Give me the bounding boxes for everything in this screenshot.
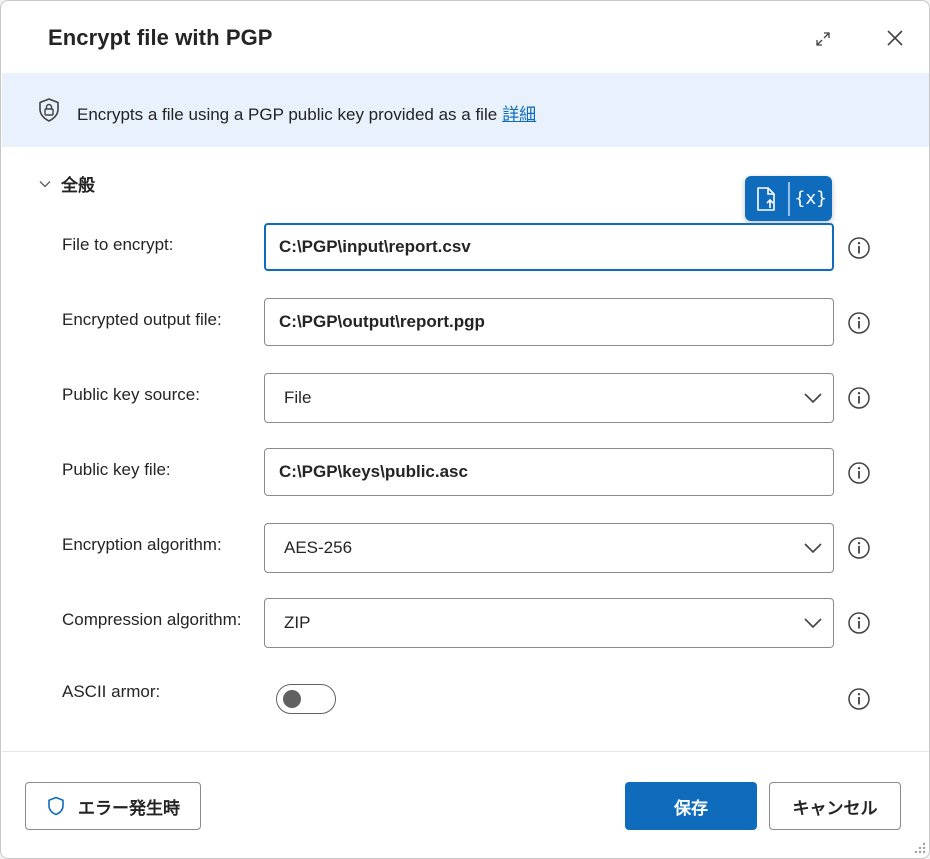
info-banner: Encrypts a file using a PGP public key p…	[2, 73, 929, 147]
toggle-knob	[283, 690, 301, 708]
section-general-label: 全般	[61, 176, 95, 195]
public-key-source-label: Public key source:	[62, 385, 200, 404]
encrypted-output-file-value: C:\PGP\output\report.pgp	[279, 312, 485, 331]
on-error-label: エラー発生時	[78, 798, 180, 818]
encrypted-output-file-input[interactable]: C:\PGP\output\report.pgp	[264, 298, 834, 346]
info-icon[interactable]	[847, 461, 871, 485]
dialog-title: Encrypt file with PGP	[48, 25, 273, 50]
resize-grip-icon[interactable]	[911, 839, 927, 855]
chevron-down-icon	[804, 393, 822, 404]
expand-button[interactable]	[809, 25, 837, 53]
expand-icon	[816, 32, 830, 46]
public-key-file-value: C:\PGP\keys\public.asc	[279, 462, 468, 481]
variable-icon: {x}	[794, 188, 828, 209]
public-key-source-dropdown[interactable]: File	[264, 373, 834, 423]
insert-variable-button[interactable]: {x}	[790, 176, 833, 221]
encryption-algorithm-value: AES-256	[284, 538, 353, 557]
file-to-encrypt-label: File to encrypt:	[62, 235, 174, 254]
file-upload-icon	[757, 186, 776, 211]
select-file-button[interactable]	[745, 176, 788, 221]
info-icon[interactable]	[847, 611, 871, 635]
chevron-down-icon	[804, 618, 822, 629]
save-button[interactable]: 保存	[625, 782, 757, 830]
field-helper-toolbar: {x}	[745, 176, 832, 221]
compression-algorithm-value: ZIP	[284, 613, 311, 632]
public-key-file-input[interactable]: C:\PGP\keys\public.asc	[264, 448, 834, 496]
shield-lock-icon	[39, 98, 59, 122]
encryption-algorithm-label: Encryption algorithm:	[62, 535, 222, 554]
close-button[interactable]	[880, 23, 910, 53]
public-key-source-value: File	[284, 388, 312, 407]
info-icon[interactable]	[847, 687, 871, 711]
ascii-armor-toggle[interactable]	[276, 684, 336, 714]
shield-icon	[48, 796, 64, 816]
banner-description: Encrypts a file using a PGP public key p…	[77, 105, 498, 124]
file-to-encrypt-input[interactable]: C:\PGP\input\report.csv	[264, 223, 834, 271]
file-to-encrypt-value: C:\PGP\input\report.csv	[279, 237, 471, 256]
chevron-down-icon	[39, 180, 51, 187]
section-general-toggle[interactable]: 全般	[37, 171, 95, 196]
encrypted-output-file-label: Encrypted output file:	[62, 310, 222, 329]
compression-algorithm-label: Compression algorithm:	[62, 610, 242, 629]
public-key-file-label: Public key file:	[62, 460, 171, 479]
details-link[interactable]: 詳細	[502, 105, 536, 124]
close-icon	[887, 30, 903, 46]
info-icon[interactable]	[847, 236, 871, 260]
encrypt-file-dialog: Encrypt file with PGP Encrypts a file us…	[0, 0, 930, 859]
info-icon[interactable]	[847, 386, 871, 410]
compression-algorithm-dropdown[interactable]: ZIP	[264, 598, 834, 648]
ascii-armor-label: ASCII armor:	[62, 682, 161, 701]
info-icon[interactable]	[847, 536, 871, 560]
footer-divider	[2, 751, 929, 752]
toolbar-divider	[787, 181, 790, 216]
banner-text: Encrypts a file using a PGP public key p…	[77, 100, 536, 125]
cancel-button[interactable]: キャンセル	[769, 782, 901, 830]
info-icon[interactable]	[847, 311, 871, 335]
on-error-button[interactable]: エラー発生時	[25, 782, 201, 830]
chevron-down-icon	[804, 543, 822, 554]
encryption-algorithm-dropdown[interactable]: AES-256	[264, 523, 834, 573]
